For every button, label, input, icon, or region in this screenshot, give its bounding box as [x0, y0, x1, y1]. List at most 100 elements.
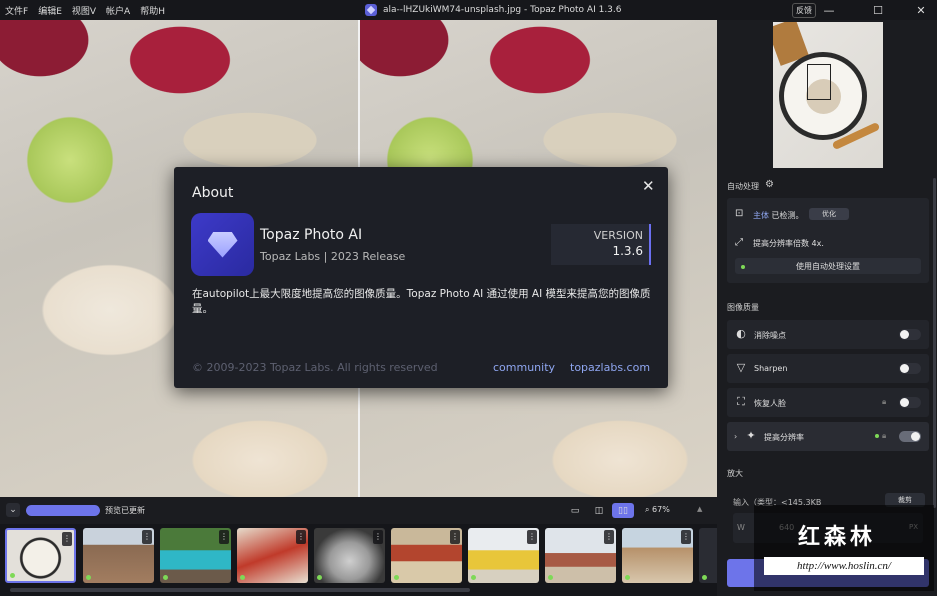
autopilot-settings-button[interactable]: 使用自动处理设置	[735, 258, 921, 274]
watermark-url: http://www.hoslin.cn/	[764, 557, 924, 575]
gear-icon[interactable]: ⚙	[765, 179, 774, 190]
community-link[interactable]: community	[493, 361, 555, 374]
optimize-button[interactable]: 优化	[809, 208, 849, 220]
more-icon[interactable]: ⋮	[142, 530, 152, 544]
sidebar-scrollbar[interactable]	[933, 178, 936, 508]
thumbnail[interactable]: ⋮	[468, 528, 539, 583]
upscale-label: 提高分辨率	[764, 433, 804, 442]
more-icon[interactable]: ⋮	[373, 530, 383, 544]
status-dot	[163, 575, 168, 580]
upscale-factor: 提高分辨率倍数 4x.	[753, 239, 824, 248]
more-icon[interactable]: ⋮	[527, 530, 537, 544]
sharpen-toggle[interactable]	[899, 363, 921, 374]
close-icon[interactable]: ✕	[906, 0, 936, 20]
menu-view[interactable]: 视图V	[72, 4, 96, 17]
sharpen-row[interactable]: ▽ Sharpen	[727, 354, 929, 383]
feedback-button[interactable]: 反馈	[792, 3, 816, 18]
topaz-logo-icon	[191, 213, 254, 276]
status-dot	[548, 575, 553, 580]
menu-help[interactable]: 帮助H	[140, 4, 165, 17]
window-title-text: ala--lHZUkiWM74-unsplash.jpg - Topaz Pho…	[383, 5, 622, 15]
maximize-icon[interactable]: ☐	[863, 0, 893, 20]
filmstrip: ⋮ ⋮ ⋮ ⋮ ⋮ ⋮ ⋮ ⋮ ⋮	[0, 524, 717, 596]
side-by-side-view-icon[interactable]: ▯▯	[612, 503, 634, 518]
thumbnail[interactable]: ⋮	[314, 528, 385, 583]
autopilot-box: ⊡ 主体 已检测。 优化 ⤢ 提高分辨率倍数 4x. 使用自动处理设置	[727, 198, 929, 283]
subject-status: 主体 已检测。	[753, 210, 804, 221]
status-dot	[741, 265, 745, 269]
thumbnail[interactable]: ⋮	[160, 528, 231, 583]
app-logo-icon	[365, 4, 377, 16]
status-dot	[317, 575, 322, 580]
close-icon[interactable]: ✕	[642, 177, 655, 195]
lock-icon: 🔒︎	[882, 397, 887, 406]
thumbnail[interactable]: ⋮	[5, 528, 76, 583]
split-view-icon[interactable]: ◫	[588, 503, 610, 518]
window-title: ala--lHZUkiWM74-unsplash.jpg - Topaz Pho…	[365, 0, 622, 20]
more-icon[interactable]: ⋮	[604, 530, 614, 544]
filmstrip-scrollbar[interactable]	[10, 588, 470, 592]
status-dot	[86, 575, 91, 580]
thumbnail[interactable]: ⋮	[237, 528, 308, 583]
menu-edit[interactable]: 编辑E	[38, 4, 62, 17]
autopilot-header: 自动处理	[727, 182, 759, 191]
version-box: VERSION 1.3.6	[551, 224, 651, 265]
thumbnail[interactable]: ⋮	[622, 528, 693, 583]
status-dot	[10, 573, 15, 578]
thumbnail[interactable]: ⋮	[83, 528, 154, 583]
menu-account[interactable]: 帐户A	[106, 4, 130, 17]
status-dot	[875, 434, 879, 438]
status-dot	[394, 575, 399, 580]
expand-icon: ⤢	[735, 237, 743, 248]
menu-bar: 文件F 编辑E 视图V 帐户A 帮助H	[0, 4, 165, 17]
upscale-toggle[interactable]	[899, 431, 921, 442]
viewport-rect[interactable]	[807, 64, 831, 100]
menu-file[interactable]: 文件F	[5, 4, 28, 17]
zoom-level: 67%	[652, 505, 670, 514]
status-dot	[702, 575, 707, 580]
zoom-control[interactable]: ⌕ 67%	[645, 505, 670, 515]
sharpen-icon: ▽	[736, 361, 746, 374]
zoom-icon: ⌕	[645, 505, 650, 514]
subject-detected: 已检测。	[771, 211, 804, 220]
watermark-text: 红森林	[798, 525, 877, 550]
denoise-row[interactable]: ◐ 消除噪点	[727, 320, 929, 349]
face-recovery-row[interactable]: ⛶ 恢复人脸 🔒︎	[727, 388, 929, 417]
bottom-toolbar: ⌄ 预览已更新 ▭ ◫ ▯▯ ⌕ 67% ▲	[0, 497, 717, 524]
chevron-down-icon[interactable]: ⌄	[6, 503, 20, 517]
version-label: VERSION	[593, 229, 643, 242]
width-label: W	[737, 523, 745, 532]
denoise-toggle[interactable]	[899, 329, 921, 340]
status-dot	[625, 575, 630, 580]
subject-label: 主体	[753, 211, 769, 220]
denoise-icon: ◐	[736, 327, 746, 340]
thumbnail[interactable]	[699, 528, 717, 583]
more-icon[interactable]: ⋮	[219, 530, 229, 544]
navigator-preview[interactable]	[773, 22, 883, 168]
single-view-icon[interactable]: ▭	[564, 503, 586, 518]
thumbnail[interactable]: ⋮	[545, 528, 616, 583]
face-recovery-toggle[interactable]	[899, 397, 921, 408]
version-number: 1.3.6	[612, 244, 643, 258]
more-icon[interactable]: ⋮	[450, 530, 460, 544]
more-icon[interactable]: ⋮	[681, 530, 691, 544]
enlarge-header: 放大	[727, 469, 743, 478]
preview-progress-bar	[26, 505, 100, 516]
more-icon[interactable]: ⋮	[62, 532, 72, 546]
more-icon[interactable]: ⋮	[296, 530, 306, 544]
subject-icon: ⊡	[735, 208, 744, 219]
image-quality-header: 图像质量	[727, 303, 759, 312]
thumbnail[interactable]: ⋮	[391, 528, 462, 583]
sharpen-label: Sharpen	[754, 364, 788, 373]
preview-status: 预览已更新	[105, 506, 145, 515]
minimize-icon[interactable]: —	[814, 0, 844, 20]
lock-icon: 🔒︎	[882, 431, 887, 440]
status-dot	[240, 575, 245, 580]
face-recovery-icon: ⛶	[737, 395, 745, 408]
chevron-up-icon[interactable]: ▲	[697, 505, 702, 513]
upscale-row[interactable]: › ✦ 提高分辨率 🔒︎	[727, 422, 929, 451]
chevron-right-icon[interactable]: ›	[734, 432, 737, 441]
website-link[interactable]: topazlabs.com	[570, 361, 650, 374]
gem-icon	[207, 231, 238, 258]
about-description: 在autopilot上最大限度地提高您的图像质量。Topaz Photo AI …	[192, 288, 651, 315]
